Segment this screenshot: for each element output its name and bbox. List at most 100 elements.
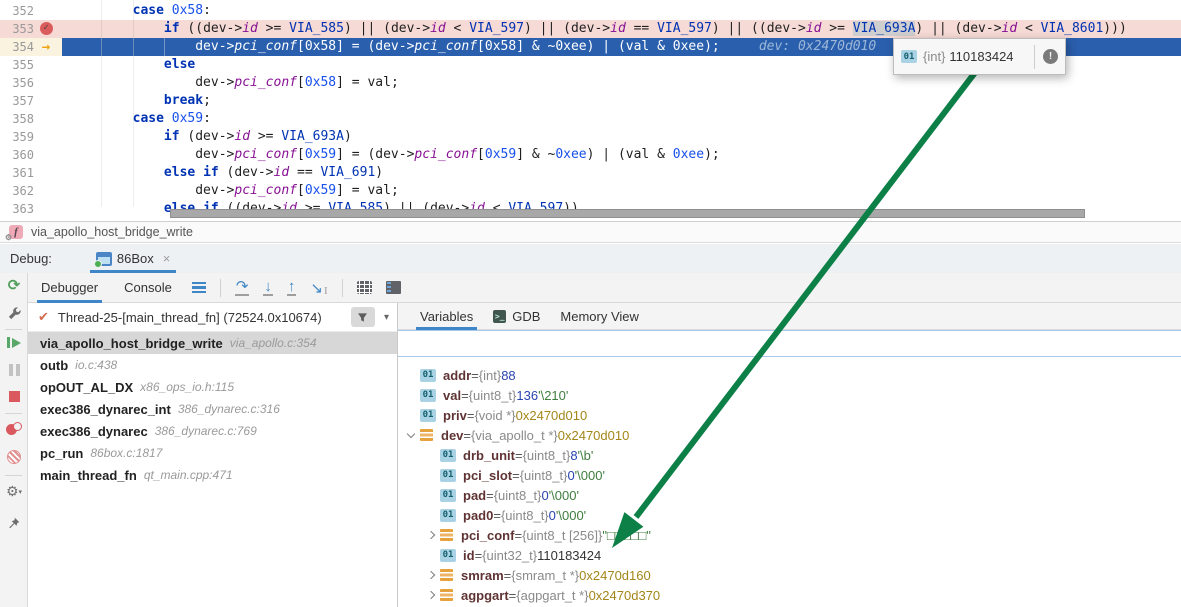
breadcrumb-function-name[interactable]: via_apollo_host_bridge_write — [31, 225, 193, 239]
editor-gutter[interactable]: 353 ✓ — [0, 20, 62, 38]
chevron-right-icon[interactable] — [424, 587, 440, 603]
gear-icon[interactable]: ⚙ — [0, 484, 28, 502]
frame-location: 386_dynarec.c:769 — [155, 424, 257, 438]
chevron-spacer — [404, 367, 420, 383]
editor-gutter[interactable]: 355 — [0, 56, 62, 74]
thread-selector[interactable]: ✔ Thread-25-[main_thread_fn] (72524.0x10… — [28, 303, 397, 332]
variable-row[interactable]: dev = {via_apollo_t *} 0x2470d010 — [398, 425, 1181, 445]
step-over-icon[interactable]: ↷ — [235, 279, 250, 296]
rerun-icon[interactable]: ⟳ — [0, 279, 28, 293]
breakpoint-icon[interactable]: ✓ — [40, 22, 53, 35]
variable-row[interactable]: pci_conf = {uint8_t [256]} "□□□□□" — [398, 525, 1181, 545]
editor-gutter[interactable]: 363 — [0, 200, 62, 218]
variable-row[interactable]: 01pad0 = {uint8_t} 0 '\000' — [398, 505, 1181, 525]
variable-row[interactable]: agpgart = {agpgart_t *} 0x2470d370 — [398, 585, 1181, 605]
variable-value: '\000' — [556, 508, 586, 523]
close-icon[interactable]: × — [163, 251, 171, 266]
stop-icon[interactable] — [0, 390, 28, 405]
frame-location: qt_main.cpp:471 — [144, 468, 233, 482]
view-breakpoints-icon[interactable] — [0, 422, 28, 439]
variable-row[interactable]: 01val = {uint8_t} 136 '\210' — [398, 385, 1181, 405]
stack-frame[interactable]: opOUT_AL_DXx86_ops_io.h:115 — [28, 376, 397, 398]
editor-gutter[interactable]: 361 — [0, 164, 62, 182]
chevron-right-icon[interactable] — [424, 567, 440, 583]
equals: = — [515, 448, 523, 463]
stack-frame[interactable]: pc_run86box.c:1817 — [28, 442, 397, 464]
code-line: 356 dev->pci_conf[0x58] = val; — [0, 74, 1181, 92]
variable-type: {uint8_t} — [494, 488, 542, 503]
variable-type: {uint8_t} — [501, 508, 549, 523]
tab-variables[interactable]: Variables — [410, 303, 483, 329]
frame-location: x86_ops_io.h:115 — [140, 380, 234, 394]
layout-settings-icon[interactable] — [386, 281, 401, 294]
thread-suspended-check-icon: ✔ — [38, 309, 49, 325]
stack-frame[interactable]: exec386_dynarec_int386_dynarec.c:316 — [28, 398, 397, 420]
editor-gutter[interactable]: 356 — [0, 74, 62, 92]
variable-row[interactable]: 01id = {uint32_t} 110183424 — [398, 545, 1181, 565]
equals: = — [475, 548, 483, 563]
tooltip-value: 110183424 — [949, 49, 1013, 64]
tab-memory-view[interactable]: Memory View — [550, 303, 649, 329]
variable-name: pci_conf — [461, 528, 514, 543]
chevron-right-icon[interactable] — [424, 527, 440, 543]
editor-gutter[interactable]: 359 — [0, 128, 62, 146]
chevron-down-icon[interactable]: ▾ — [384, 312, 389, 323]
variable-row[interactable]: 01addr = {int} 88 — [398, 365, 1181, 385]
variable-row[interactable]: 01pci_slot = {uint8_t} 0 '\000' — [398, 465, 1181, 485]
editor-horizontal-scrollbar[interactable] — [170, 209, 1085, 218]
variable-type: {int} — [479, 368, 501, 383]
tab-debugger[interactable]: Debugger — [28, 273, 111, 302]
variable-name: id — [463, 548, 475, 563]
variable-row[interactable]: 01drb_unit = {uint8_t} 8 '\b' — [398, 445, 1181, 465]
evaluate-expression-input[interactable] — [398, 331, 1181, 356]
line-number: 352 — [0, 2, 34, 20]
view-options-icon[interactable] — [192, 280, 206, 296]
chevron-spacer — [404, 387, 420, 403]
stack-frame[interactable]: via_apollo_host_bridge_writevia_apollo.c… — [28, 332, 397, 354]
frames-pane: ✔ Thread-25-[main_thread_fn] (72524.0x10… — [28, 303, 398, 607]
settings-wrench-icon[interactable] — [0, 306, 28, 324]
tab-gdb[interactable]: >_GDB — [483, 303, 550, 329]
line-number: 354 — [0, 38, 34, 56]
variable-value: '\000' — [549, 488, 579, 503]
variable-value: 136 — [516, 388, 538, 403]
frame-location: via_apollo.c:354 — [230, 336, 317, 350]
line-number: 356 — [0, 74, 34, 92]
chevron-down-icon[interactable] — [404, 427, 420, 443]
breadcrumb: f via_apollo_host_bridge_write — [0, 221, 1181, 243]
editor-gutter[interactable]: 362 — [0, 182, 62, 200]
variable-row[interactable]: 01priv = {void *} 0x2470d010 — [398, 405, 1181, 425]
step-out-icon[interactable]: ↑ — [287, 279, 297, 296]
frame-function: outb — [40, 358, 68, 373]
line-number: 353 — [0, 20, 34, 38]
editor-gutter[interactable]: 358 — [0, 110, 62, 128]
pin-icon[interactable] — [0, 516, 28, 533]
editor-gutter[interactable]: 360 — [0, 146, 62, 164]
resume-icon[interactable] — [0, 337, 28, 348]
variable-name: drb_unit — [463, 448, 515, 463]
info-icon[interactable]: ! — [1043, 49, 1058, 64]
variable-row[interactable]: 01pad = {uint8_t} 0 '\000' — [398, 485, 1181, 505]
mute-breakpoints-icon[interactable] — [0, 450, 28, 467]
editor-gutter[interactable]: 352 — [0, 2, 62, 20]
function-icon: f — [9, 225, 23, 239]
run-to-cursor-icon[interactable]: ↘I — [310, 279, 327, 297]
editor-gutter[interactable]: 354→ — [0, 38, 62, 56]
variable-name: addr — [443, 368, 471, 383]
code-editor[interactable]: 352 case 0x58:353✓ if ((dev->id >= VIA_5… — [0, 0, 1181, 221]
stack-frame[interactable]: outbio.c:438 — [28, 354, 397, 376]
evaluate-expression-icon[interactable] — [357, 281, 372, 294]
filter-frames-button[interactable] — [351, 307, 375, 327]
stack-frame[interactable]: main_thread_fnqt_main.cpp:471 — [28, 464, 397, 486]
frame-function: exec386_dynarec — [40, 424, 148, 439]
variable-type: {uint8_t} — [523, 448, 571, 463]
tab-console[interactable]: Console — [111, 273, 185, 302]
stack-frame[interactable]: exec386_dynarec 386_dynarec.c:769 — [28, 420, 397, 442]
variable-name: pad — [463, 488, 486, 503]
editor-gutter[interactable]: 357 — [0, 92, 62, 110]
primitive-value-icon: 01 — [440, 469, 456, 482]
variable-row[interactable]: smram = {smram_t *} 0x2470d160 — [398, 565, 1181, 585]
step-into-icon[interactable]: ↓ — [263, 279, 273, 296]
session-tab-86box[interactable]: 86Box × — [90, 244, 176, 273]
variable-value: 0x2470d010 — [558, 428, 630, 443]
